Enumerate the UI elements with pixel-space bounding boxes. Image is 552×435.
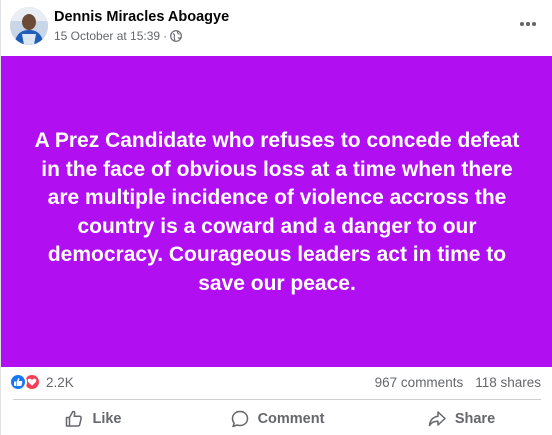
more-dot [532,22,536,26]
author-name[interactable]: Dennis Miracles Aboagye [54,9,229,25]
like-label: Like [92,410,122,427]
engagement-counts: 967 comments 118 shares [375,375,541,390]
post-actions: Like Comment Share [1,402,552,435]
more-dot [526,22,530,26]
share-arrow-icon [428,410,446,426]
like-reaction-icon [9,373,27,391]
comment-button[interactable]: Comment [185,402,369,435]
like-button[interactable]: Like [1,402,185,435]
thumbs-up-icon [66,410,83,427]
author-avatar[interactable] [10,7,48,45]
post-text-background: A Prez Candidate who refuses to concede … [1,56,552,367]
share-label: Share [454,410,496,427]
share-button[interactable]: Share [369,402,552,435]
globe-icon[interactable] [170,30,182,42]
comment-label: Comment [257,410,325,427]
post-text: A Prez Candidate who refuses to concede … [34,129,520,295]
more-options-icon[interactable] [517,14,539,34]
divider [13,399,541,400]
post-stats: 2.2K 967 comments 118 shares [1,368,552,396]
post-meta: 15 October at 15:39 · [54,29,182,43]
reaction-count: 2.2K [46,374,74,390]
post-timestamp[interactable]: 15 October at 15:39 [54,29,160,43]
meta-separator: · [163,29,168,43]
post-header: Dennis Miracles Aboagye 15 October at 15… [1,0,552,56]
reactions-summary[interactable]: 2.2K [9,373,74,391]
comments-count[interactable]: 967 comments [375,375,464,390]
facebook-post: Dennis Miracles Aboagye 15 October at 15… [0,0,552,435]
comment-bubble-icon [231,410,248,427]
more-dot [520,22,524,26]
shares-count[interactable]: 118 shares [475,375,541,390]
